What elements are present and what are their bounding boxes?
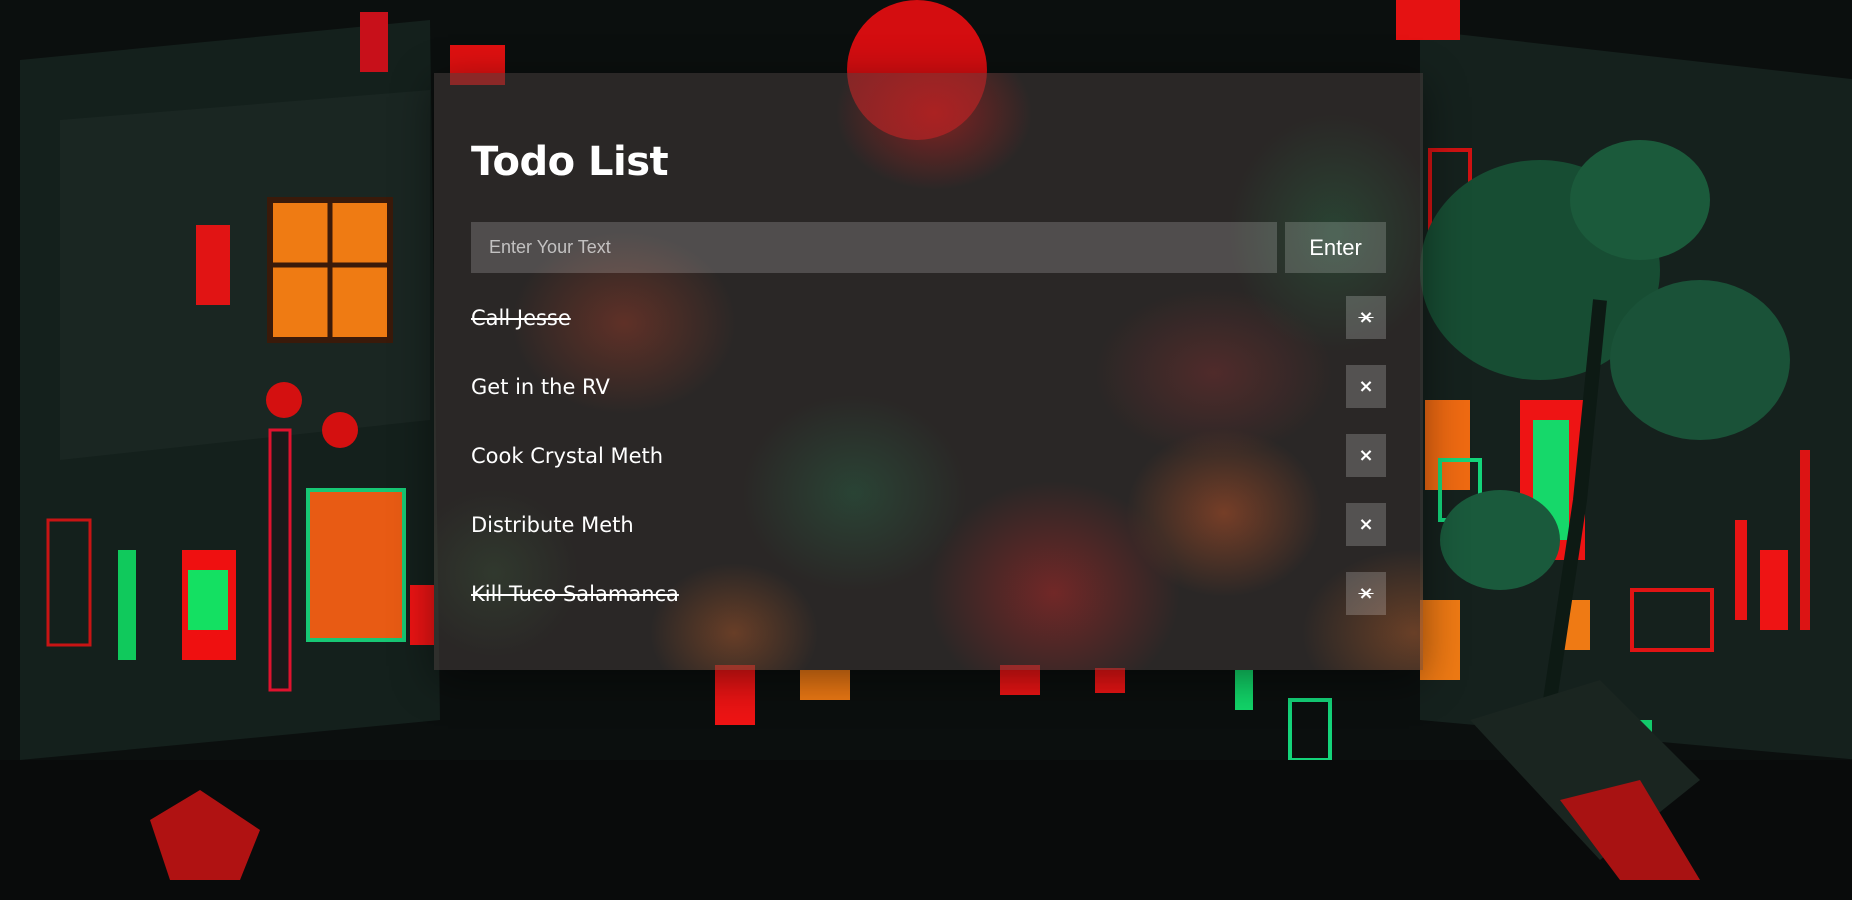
close-icon: × [1358,376,1374,397]
close-icon: × [1358,514,1374,535]
todo-text-input[interactable] [471,222,1277,273]
todo-item[interactable]: Cook Crystal Meth × [471,431,1386,500]
todo-item[interactable]: Get in the RV × [471,362,1386,431]
todo-item-text[interactable]: Call Jesse [471,303,571,333]
close-icon: × [1358,445,1374,466]
add-todo-form: Enter [471,222,1386,273]
todo-item-text[interactable]: Cook Crystal Meth [471,441,663,471]
todo-item[interactable]: Call Jesse × [471,293,1386,362]
todo-item[interactable]: Distribute Meth × [471,500,1386,569]
todo-card: Todo List Enter Call Jesse × Get in the … [434,73,1423,670]
close-icon: × [1358,307,1374,328]
todo-list: Call Jesse × Get in the RV × Cook Crysta… [471,293,1386,638]
delete-todo-button[interactable]: × [1346,572,1386,615]
page-title: Todo List [471,139,669,185]
delete-todo-button[interactable]: × [1346,365,1386,408]
enter-button[interactable]: Enter [1285,222,1386,273]
delete-todo-button[interactable]: × [1346,296,1386,339]
todo-item-text[interactable]: Distribute Meth [471,510,634,540]
delete-todo-button[interactable]: × [1346,434,1386,477]
todo-item-text[interactable]: Kill Tuco Salamanca [471,579,679,609]
todo-item-text[interactable]: Get in the RV [471,372,610,402]
todo-item[interactable]: Kill Tuco Salamanca × [471,569,1386,638]
close-icon: × [1358,583,1374,604]
delete-todo-button[interactable]: × [1346,503,1386,546]
